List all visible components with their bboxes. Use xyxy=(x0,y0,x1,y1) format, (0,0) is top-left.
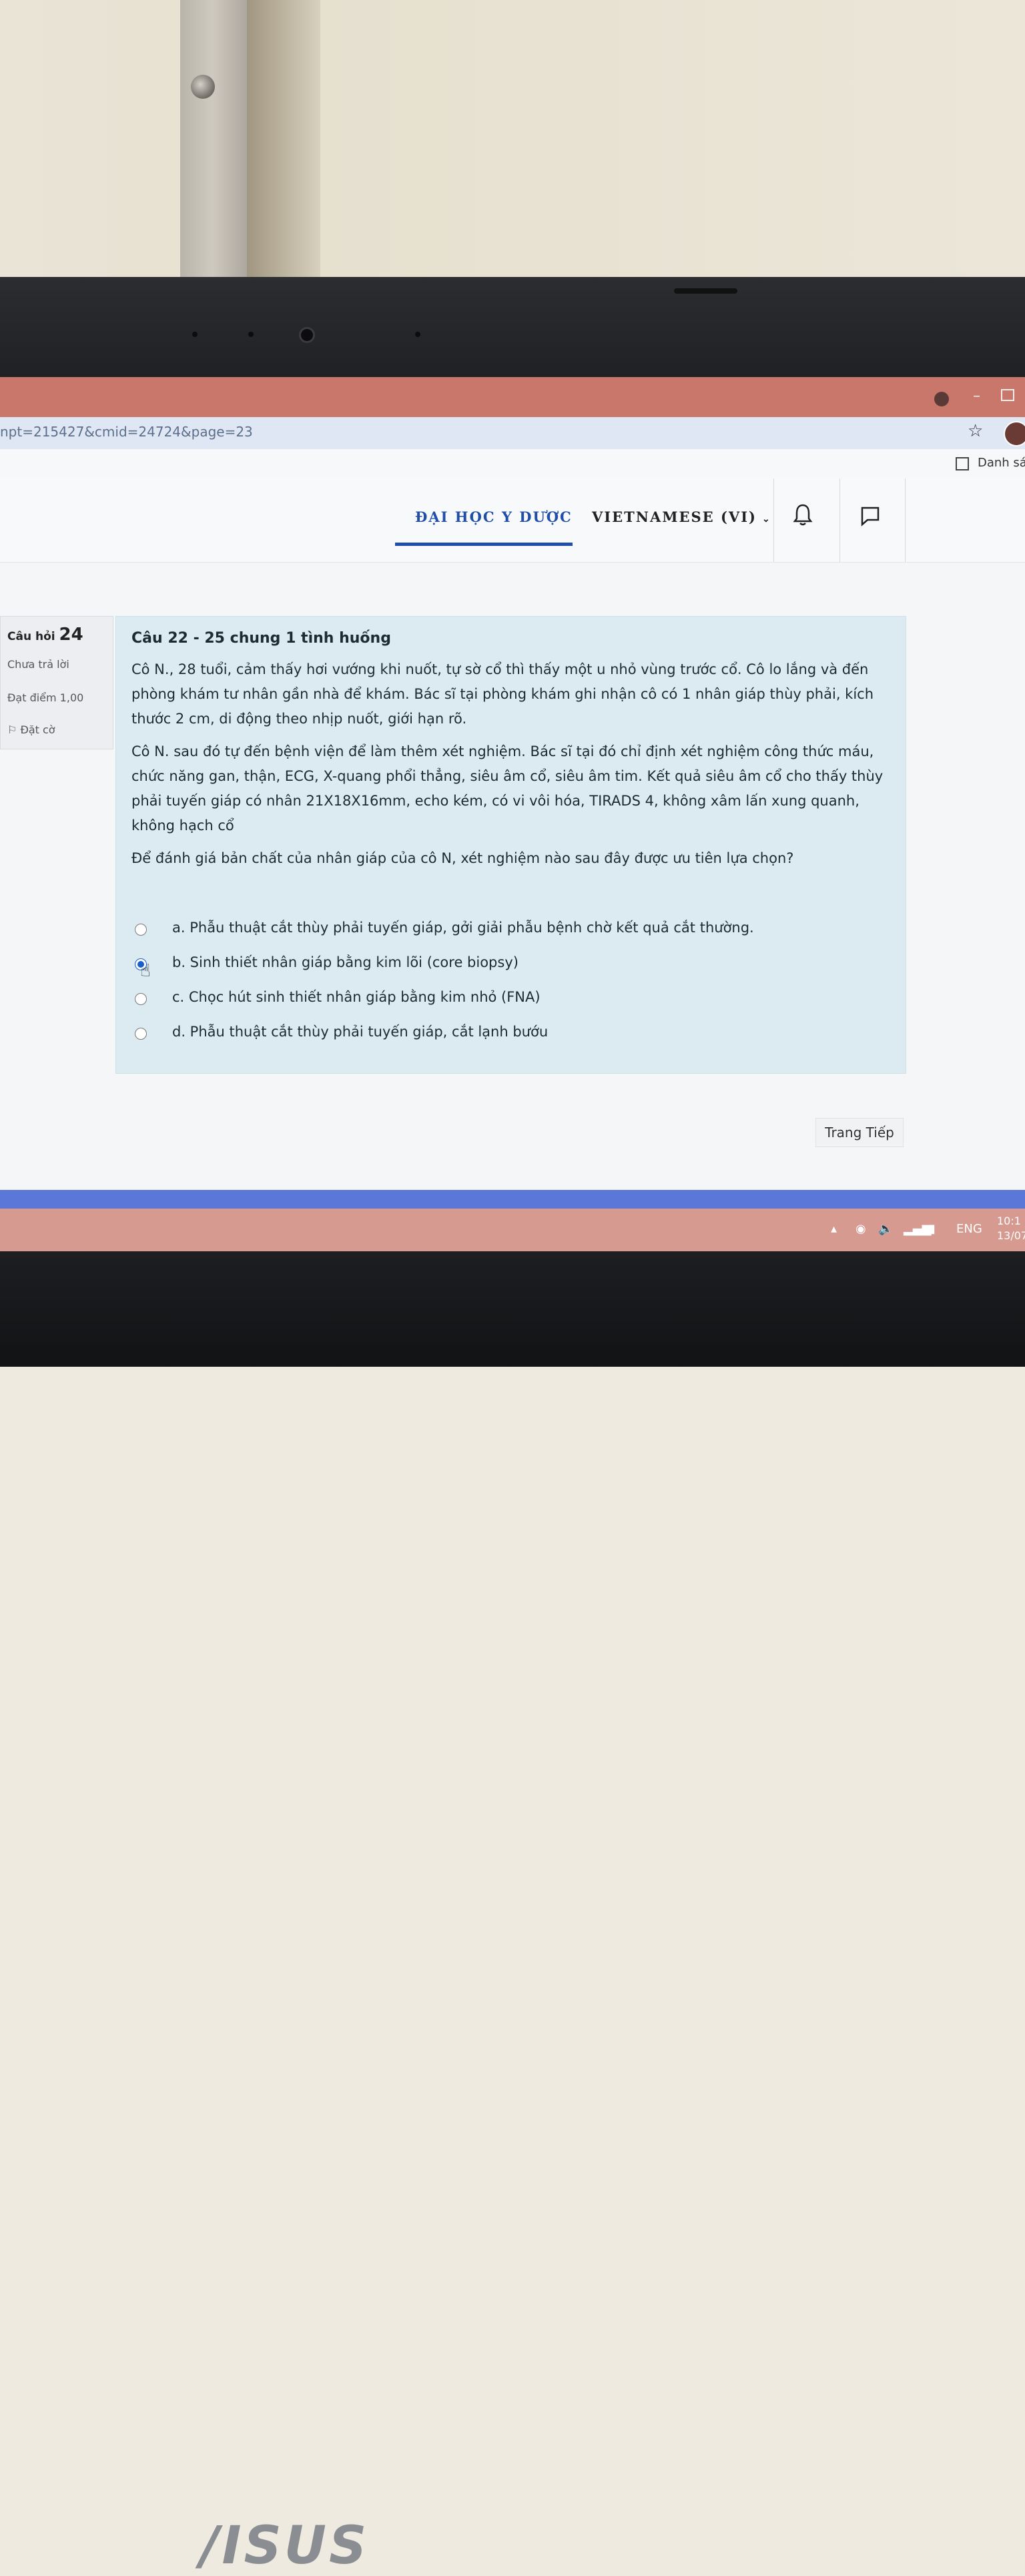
answer-radio[interactable] xyxy=(135,924,147,936)
maximize-button[interactable] xyxy=(1001,389,1014,401)
bookmarks-bar: Danh sác xyxy=(0,449,1025,479)
profile-avatar[interactable] xyxy=(1004,421,1025,446)
flag-question-button[interactable]: ⚐ Đặt cờ xyxy=(7,723,55,736)
laptop-bezel-top xyxy=(0,277,1025,377)
answer-list: a. Phẫu thuật cắt thùy phải tuyến giáp, … xyxy=(135,917,882,1056)
question-card: Câu 22 - 25 chung 1 tình huống Cô N., 28… xyxy=(115,616,906,1074)
tray-expand-icon[interactable]: ▴ xyxy=(831,1222,837,1236)
record-icon[interactable] xyxy=(934,392,949,406)
reading-list-icon[interactable] xyxy=(956,457,969,470)
language-selector[interactable]: VIETNAMESE (VI) ⌄ xyxy=(592,509,771,525)
battery-icon[interactable]: ▮ xyxy=(929,1222,936,1236)
answer-label[interactable]: c. Chọc hút sinh thiết nhân giáp bằng ki… xyxy=(172,989,541,1005)
answer-radio[interactable] xyxy=(135,1028,147,1040)
laptop-brand-logo: /ISUS xyxy=(200,2516,370,2576)
answer-label[interactable]: a. Phẫu thuật cắt thùy phải tuyến giáp, … xyxy=(172,920,754,936)
question-info-panel: Câu hỏi 24 Chưa trả lời Đạt điểm 1,00 ⚐ … xyxy=(0,616,113,749)
language-label: VIETNAMESE (VI) xyxy=(592,509,757,525)
question-paragraph: Cô N. sau đó tự đến bệnh viện để làm thê… xyxy=(131,743,884,834)
screw xyxy=(191,75,215,99)
question-mark: Đạt điểm 1,00 xyxy=(7,691,84,704)
clock-time: 10:1 xyxy=(997,1215,1021,1227)
clock-date: 13/07 xyxy=(997,1229,1025,1242)
question-prompt: Để đánh giá bản chất của nhân giáp của c… xyxy=(131,850,794,866)
bell-icon[interactable] xyxy=(793,503,813,527)
hand-cursor-icon: ☝ xyxy=(140,961,151,981)
minimize-button[interactable]: – xyxy=(973,388,980,404)
question-status: Chưa trả lời xyxy=(7,658,69,671)
room-wall xyxy=(0,0,1025,280)
sensor-dot xyxy=(248,332,254,337)
network-icon[interactable]: ▂▄▆ xyxy=(904,1222,932,1236)
chevron-down-icon: ⌄ xyxy=(761,514,771,525)
reading-list-label[interactable]: Danh sác xyxy=(978,456,1025,470)
answer-radio[interactable] xyxy=(135,993,147,1005)
page-footer-bar xyxy=(0,1190,1025,1209)
window-title-bar: – xyxy=(0,377,1025,417)
nav-divider xyxy=(773,478,774,562)
door-edge xyxy=(247,0,320,280)
input-language[interactable]: ENG xyxy=(956,1222,982,1236)
laptop-bezel-bottom: /ISUS xyxy=(0,1251,1025,2576)
bezel-slot xyxy=(674,288,737,294)
url-text[interactable]: npt=215427&cmid=24724&page=23 xyxy=(0,424,253,440)
answer-label[interactable]: d. Phẫu thuật cắt thùy phải tuyến giáp, … xyxy=(172,1024,548,1040)
answer-option-a[interactable]: a. Phẫu thuật cắt thùy phải tuyến giáp, … xyxy=(135,917,882,952)
question-paragraph: Cô N., 28 tuổi, cảm thấy hơi vướng khi n… xyxy=(131,661,874,727)
nav-divider xyxy=(839,478,840,562)
bookmark-star-icon[interactable]: ☆ xyxy=(968,421,983,441)
chrome-tray-icon[interactable]: ◉ xyxy=(856,1222,866,1236)
question-text: Câu 22 - 25 chung 1 tình huống Cô N., 28… xyxy=(131,626,886,879)
chat-icon[interactable] xyxy=(860,505,881,527)
answer-option-d[interactable]: d. Phẫu thuật cắt thùy phải tuyến giáp, … xyxy=(135,1021,882,1056)
taskbar: ▴ ◉ 🔈 ▂▄▆ ▮ ENG 10:1 13/07 xyxy=(0,1209,1025,1251)
question-heading: Câu 22 - 25 chung 1 tình huống xyxy=(131,630,391,647)
answer-option-b[interactable]: ☝ b. Sinh thiết nhân giáp bằng kim lõi (… xyxy=(135,952,882,986)
sensor-dot xyxy=(192,332,198,337)
answer-label[interactable]: b. Sinh thiết nhân giáp bằng kim lõi (co… xyxy=(172,954,519,970)
answer-option-c[interactable]: c. Chọc hút sinh thiết nhân giáp bằng ki… xyxy=(135,986,882,1021)
nav-university-link[interactable]: ĐẠI HỌC Y DƯỢC xyxy=(415,509,573,525)
screen: – npt=215427&cmid=24724&page=23 ☆ Danh s… xyxy=(0,377,1025,1251)
sensor-dot xyxy=(415,332,420,337)
nav-divider xyxy=(905,478,906,562)
site-navbar: ĐẠI HỌC Y DƯỢC VIETNAMESE (VI) ⌄ xyxy=(0,478,1025,563)
next-page-button[interactable]: Trang Tiếp xyxy=(815,1118,904,1147)
question-number: Câu hỏi 24 xyxy=(7,625,83,645)
volume-icon[interactable]: 🔈 xyxy=(878,1222,893,1236)
webcam xyxy=(299,327,315,343)
clock[interactable]: 10:1 13/07 xyxy=(997,1214,1025,1243)
address-bar[interactable]: npt=215427&cmid=24724&page=23 ☆ xyxy=(0,417,1025,449)
nav-active-underline xyxy=(395,543,573,546)
flag-icon: ⚐ xyxy=(7,723,17,736)
